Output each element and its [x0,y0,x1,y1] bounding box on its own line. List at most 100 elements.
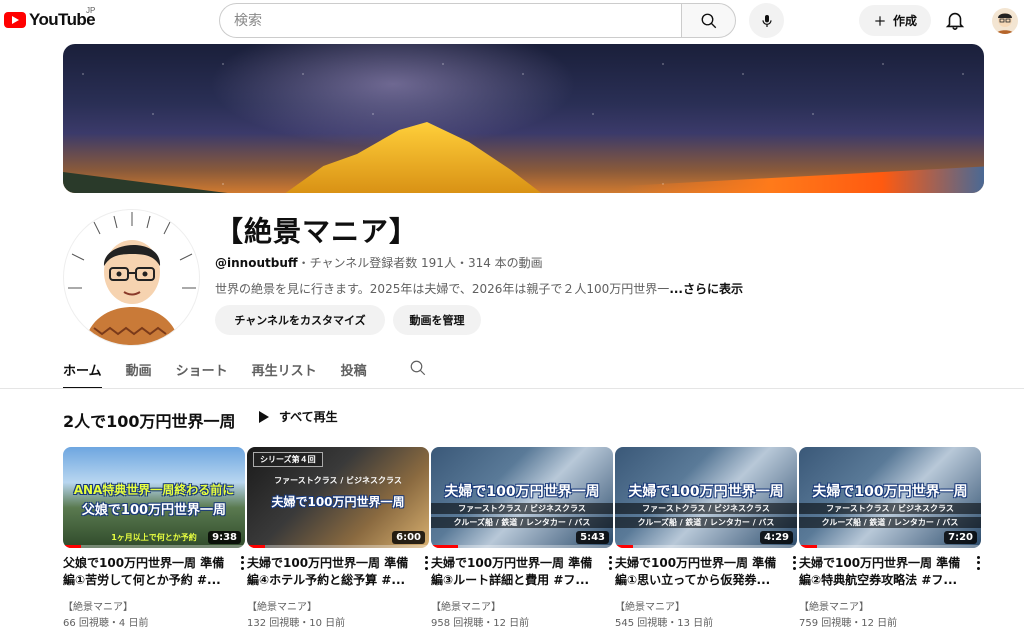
microphone-icon [761,14,772,27]
channel-description[interactable]: 世界の絶景を見に行きます。2025年は夫婦で、2026年は親子で２人100万円世… [215,280,743,297]
manage-videos-button[interactable]: 動画を管理 [393,305,481,335]
channel-name: 【絶景マニア】 [215,215,419,248]
search-input[interactable] [219,3,681,38]
thumbnail-subcaption-2: クルーズ船 / 鉄道 / レンタカー / バス [431,517,613,528]
thumbnail-subcaption: ファーストクラス / ビジネスクラス [274,476,402,485]
thumbnail-subcaption: ファーストクラス / ビジネスクラス [615,503,797,514]
more-actions-icon[interactable] [605,555,615,571]
banner-stars [63,44,984,193]
duration-badge: 7:20 [944,531,977,544]
thumbnail-caption-1: 夫婦で100万円世界一周 [271,495,405,509]
video-thumbnail[interactable]: 夫婦で100万円世界一周 ファーストクラス / ビジネスクラス クルーズ船 / … [799,447,981,548]
video-meta: 759 回視聴・12 日前 [799,618,898,629]
thumbnail-caption-1: ANA特典世界一周終わる前に [73,483,235,497]
video-channel[interactable]: 【絶景マニア】 [63,598,133,613]
thumbnail-caption-2: 父娘で100万円世界一周 [81,503,227,518]
channel-banner [63,44,984,193]
play-icon [259,410,269,423]
tab-shorts[interactable]: ショート [176,355,228,389]
create-label: 作成 [892,14,917,28]
notifications-button[interactable] [944,9,966,35]
voice-search-button[interactable] [749,3,784,38]
video-title[interactable]: 夫婦で100万円世界一周 準備編②特典航空券攻略法 #フ... [799,555,969,589]
thumbnail-caption-1: 夫婦で100万円世界一周 [628,484,784,500]
video-meta: 545 回視聴・13 日前 [615,618,714,629]
search-icon [701,13,716,28]
duration-badge: 4:29 [760,531,793,544]
tab-videos[interactable]: 動画 [126,355,152,389]
video-card[interactable]: 夫婦で100万円世界一周 ファーストクラス / ビジネスクラス クルーズ船 / … [431,447,613,629]
video-title[interactable]: 夫婦で100万円世界一周 準備編①思い立ってから仮発券... [615,555,785,589]
video-channel[interactable]: 【絶景マニア】 [799,598,869,613]
video-card[interactable]: シリーズ第４回 夫婦で100万円世界一周 ファーストクラス / ビジネスクラス … [247,447,429,629]
thumbnail-subcaption-2: クルーズ船 / 鉄道 / レンタカー / バス [799,517,981,528]
watch-progress-bar [247,545,266,548]
shelf-title[interactable]: 2人で100万円世界一周 [63,408,236,432]
watch-progress-bar [63,545,82,548]
region-code: JP [86,6,96,15]
tab-home[interactable]: ホーム [63,355,102,389]
more-actions-icon[interactable] [973,555,983,571]
create-button[interactable]: 作成 [859,5,931,36]
duration-badge: 9:38 [208,531,241,544]
customize-channel-button[interactable]: チャンネルをカスタマイズ [215,305,385,335]
masthead: YouTube JP 作成 [0,0,1024,42]
video-thumbnail[interactable]: シリーズ第４回 夫婦で100万円世界一周 ファーストクラス / ビジネスクラス … [247,447,429,548]
progress-track [431,545,613,548]
bell-icon [945,12,965,30]
series-ribbon: シリーズ第４回 [253,452,323,467]
more-actions-icon[interactable] [421,555,431,571]
thumbnail-caption-1: 夫婦で100万円世界一周 [444,484,600,500]
tab-posts[interactable]: 投稿 [341,355,367,389]
video-title[interactable]: 夫婦で100万円世界一周 準備編④ホテル予約と総予算 #... [247,555,417,589]
duration-badge: 6:00 [392,531,425,544]
more-actions-icon[interactable] [789,555,799,571]
video-channel[interactable]: 【絶景マニア】 [247,598,317,613]
video-channel[interactable]: 【絶景マニア】 [431,598,501,613]
play-all-button[interactable]: すべて再生 [258,408,338,425]
play-all-label: すべて再生 [279,410,338,424]
channel-stats: ・チャンネル登録者数 191人・314 本の動画 [297,256,543,270]
progress-track [63,545,245,548]
video-card[interactable]: 夫婦で100万円世界一周 ファーストクラス / ビジネスクラス クルーズ船 / … [615,447,797,629]
video-meta: 958 回視聴・12 日前 [431,618,530,629]
video-meta: 132 回視聴・10 日前 [247,618,346,629]
channel-avatar-illustration [68,212,196,345]
duration-badge: 5:43 [576,531,609,544]
thumbnail-subcaption: ファーストクラス / ビジネスクラス [431,503,613,514]
youtube-logo[interactable]: YouTube [4,10,96,30]
video-title[interactable]: 夫婦で100万円世界一周 準備編③ルート詳細と費用 #フ... [431,555,601,589]
more-actions-icon[interactable] [237,555,247,571]
more-link[interactable]: ...さらに表示 [669,282,743,296]
tab-search-button[interactable] [409,355,427,389]
avatar-face-icon [996,13,1014,34]
video-thumbnail[interactable]: 夫婦で100万円世界一周 ファーストクラス / ビジネスクラス クルーズ船 / … [431,447,613,548]
watch-progress-bar [799,545,818,548]
tab-playlists[interactable]: 再生リスト [252,355,317,389]
search-icon [410,360,425,376]
video-thumbnail[interactable]: 夫婦で100万円世界一周 ファーストクラス / ビジネスクラス クルーズ船 / … [615,447,797,548]
progress-track [799,545,981,548]
description-text: 世界の絶景を見に行きます。2025年は夫婦で、2026年は親子で２人100万円世… [215,282,670,296]
channel-tabs: ホーム 動画 ショート 再生リスト 投稿 [63,355,427,389]
tabs-divider [0,388,1024,389]
video-card[interactable]: ANA特典世界一周終わる前に 父娘で100万円世界一周 1ヶ月以上で何とか予約 … [63,447,245,629]
video-channel[interactable]: 【絶景マニア】 [615,598,685,613]
watch-progress-bar [615,545,634,548]
progress-track [247,545,429,548]
watch-progress-bar [431,545,459,548]
plus-icon [875,15,885,26]
video-title[interactable]: 父娘で100万円世界一周 準備編①苦労して何とか予約 #... [63,555,233,589]
video-card[interactable]: 夫婦で100万円世界一周 ファーストクラス / ビジネスクラス クルーズ船 / … [799,447,981,629]
search-bar [219,3,736,38]
thumbnail-subcaption: ファーストクラス / ビジネスクラス [799,503,981,514]
channel-avatar[interactable] [63,209,200,346]
search-button[interactable] [681,3,736,38]
youtube-play-icon [4,12,26,28]
video-thumbnail[interactable]: ANA特典世界一周終わる前に 父娘で100万円世界一周 1ヶ月以上で何とか予約 … [63,447,245,548]
thumbnail-caption-1: 夫婦で100万円世界一周 [812,484,968,500]
channel-handle: @innoutbuff [215,256,298,270]
video-meta: 66 回視聴・4 日前 [63,618,149,629]
account-avatar[interactable] [992,8,1018,34]
progress-track [615,545,797,548]
